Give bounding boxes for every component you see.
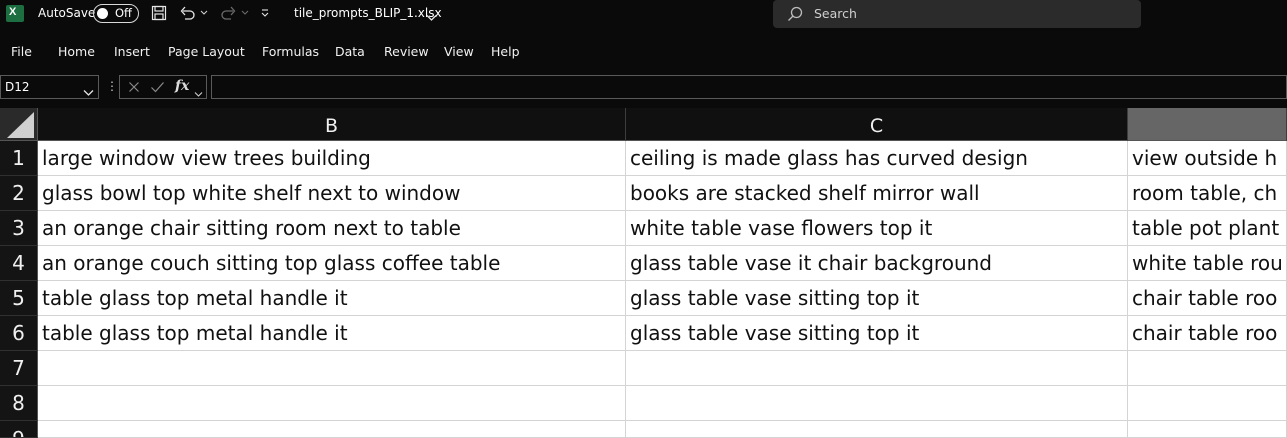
cell-d6[interactable]: chair table roo: [1128, 316, 1287, 351]
name-box-value: D12: [5, 80, 30, 94]
cell-c1[interactable]: ceiling is made glass has curved design: [626, 141, 1128, 176]
tab-page-layout[interactable]: Page Layout: [168, 44, 245, 59]
cell-c4[interactable]: glass table vase it chair background: [626, 246, 1128, 281]
cell-c3[interactable]: white table vase flowers top it: [626, 211, 1128, 246]
cell-b3[interactable]: an orange chair sitting room next to tab…: [38, 211, 626, 246]
insert-function-icon[interactable]: fx: [175, 78, 189, 94]
cell-d2[interactable]: room table, ch: [1128, 176, 1287, 211]
row-header[interactable]: 8: [0, 386, 38, 421]
customize-quick-access-icon[interactable]: [258, 3, 272, 23]
tab-help[interactable]: Help: [491, 44, 520, 59]
tab-data[interactable]: Data: [335, 44, 365, 59]
cell-b7[interactable]: [38, 351, 626, 386]
undo-icon[interactable]: [178, 3, 196, 23]
cell-b4[interactable]: an orange couch sitting top glass coffee…: [38, 246, 626, 281]
cell-b1[interactable]: large window view trees building: [38, 141, 626, 176]
formula-input[interactable]: [211, 75, 1287, 99]
tab-insert[interactable]: Insert: [114, 44, 150, 59]
save-icon[interactable]: [150, 3, 168, 23]
row-header[interactable]: 6: [0, 316, 38, 351]
file-name[interactable]: tile_prompts_BLIP_1.xlsx: [294, 6, 442, 20]
autosave-label: AutoSave: [38, 6, 96, 20]
tab-formulas[interactable]: Formulas: [262, 44, 319, 59]
tab-review[interactable]: Review: [384, 44, 429, 59]
cell-d1[interactable]: view outside h: [1128, 141, 1287, 176]
tab-home[interactable]: Home: [58, 44, 95, 59]
cell-b8[interactable]: [38, 386, 626, 421]
tab-view[interactable]: View: [444, 44, 474, 59]
column-header-d[interactable]: [1128, 108, 1287, 141]
cell-c6[interactable]: glass table vase sitting top it: [626, 316, 1128, 351]
search-placeholder: Search: [814, 6, 857, 21]
redo-dropdown-chevron-icon[interactable]: [240, 3, 250, 23]
cell-c9[interactable]: [626, 421, 1128, 438]
row-header[interactable]: 7: [0, 351, 38, 386]
autosave-state: Off: [115, 6, 132, 20]
cell-b6[interactable]: table glass top metal handle it: [38, 316, 626, 351]
fx-chevron-icon[interactable]: [194, 83, 203, 102]
cell-b9[interactable]: [38, 421, 626, 438]
column-header-c[interactable]: C: [626, 108, 1128, 141]
formula-buttons: fx: [119, 75, 207, 99]
excel-logo-icon: X: [6, 5, 24, 22]
cell-d9[interactable]: [1128, 421, 1287, 438]
row-header[interactable]: 9: [0, 421, 38, 438]
cell-c5[interactable]: glass table vase sitting top it: [626, 281, 1128, 316]
undo-dropdown-chevron-icon[interactable]: [199, 3, 209, 23]
search-box[interactable]: Search: [773, 0, 1141, 28]
autosave-toggle[interactable]: Off: [93, 4, 139, 23]
cell-d8[interactable]: [1128, 386, 1287, 421]
name-box-chevron-icon[interactable]: [83, 82, 94, 101]
cell-c2[interactable]: books are stacked shelf mirror wall: [626, 176, 1128, 211]
tab-file[interactable]: File: [11, 44, 32, 59]
cell-d5[interactable]: chair table roo: [1128, 281, 1287, 316]
search-icon: [787, 6, 803, 26]
cell-c8[interactable]: [626, 386, 1128, 421]
row-header[interactable]: 4: [0, 246, 38, 281]
cancel-icon[interactable]: [127, 78, 141, 96]
column-header-b[interactable]: B: [38, 108, 626, 141]
file-menu-chevron-icon[interactable]: [426, 7, 437, 26]
name-box[interactable]: D12: [0, 75, 99, 99]
cell-c7[interactable]: [626, 351, 1128, 386]
more-options-icon[interactable]: ⋮: [106, 79, 118, 93]
select-all-corner[interactable]: [0, 108, 38, 141]
ribbon-tabs: File Home Insert Page Layout Formulas Da…: [0, 38, 1287, 66]
cell-d4[interactable]: white table rou: [1128, 246, 1287, 281]
toggle-knob: [97, 8, 108, 19]
row-header[interactable]: 1: [0, 141, 38, 176]
spreadsheet-grid: B C 1 large window view trees building c…: [0, 108, 1287, 438]
redo-icon[interactable]: [219, 3, 237, 23]
cell-d3[interactable]: table pot plant: [1128, 211, 1287, 246]
row-header[interactable]: 3: [0, 211, 38, 246]
row-header[interactable]: 2: [0, 176, 38, 211]
cell-d7[interactable]: [1128, 351, 1287, 386]
cell-b2[interactable]: glass bowl top white shelf next to windo…: [38, 176, 626, 211]
row-header[interactable]: 5: [0, 281, 38, 316]
formula-bar: D12 ⋮ fx: [0, 74, 1287, 102]
enter-check-icon[interactable]: [148, 78, 166, 96]
cell-b5[interactable]: table glass top metal handle it: [38, 281, 626, 316]
title-bar: X AutoSave Off tile_prompts_BLIP_1.xlsx …: [0, 0, 1287, 28]
